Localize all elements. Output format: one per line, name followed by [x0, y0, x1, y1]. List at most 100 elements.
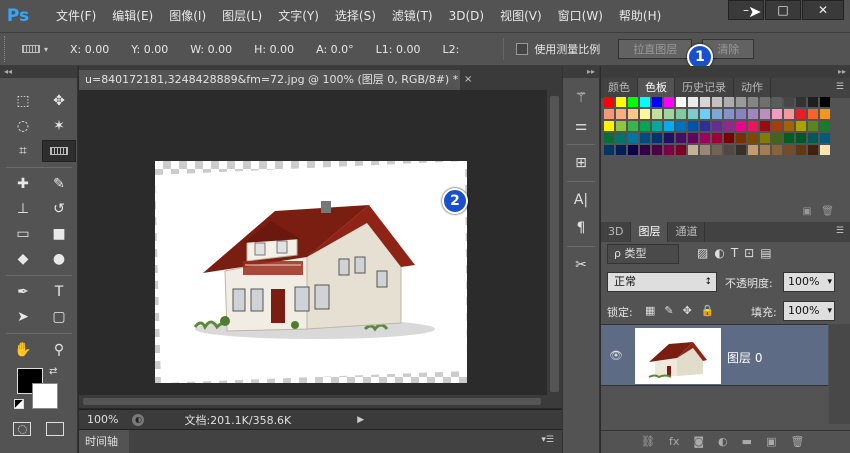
- layers-menu-icon[interactable]: ☰: [836, 226, 844, 236]
- color-swatch[interactable]: [748, 145, 758, 155]
- options-grip[interactable]: [4, 36, 12, 62]
- zoom-level[interactable]: 100%: [87, 413, 118, 426]
- layers-scrollbar[interactable]: [829, 324, 850, 424]
- panel-menu-icon[interactable]: ☰: [836, 82, 844, 92]
- quick-mask-icon[interactable]: [13, 422, 31, 436]
- tab-color[interactable]: 颜色: [601, 78, 638, 98]
- color-swatch[interactable]: [724, 109, 734, 119]
- brush-presets-icon[interactable]: ⚚: [563, 84, 599, 112]
- vertical-scrollbar[interactable]: [547, 90, 562, 408]
- zoom-tool-icon[interactable]: ⚲: [42, 339, 76, 361]
- color-swatch[interactable]: [748, 109, 758, 119]
- color-swatch[interactable]: [652, 97, 662, 107]
- color-swatch[interactable]: [748, 97, 758, 107]
- color-swatch[interactable]: [688, 121, 698, 131]
- color-swatch[interactable]: [700, 121, 710, 131]
- tab-3d[interactable]: 3D: [601, 222, 632, 242]
- color-swatch[interactable]: [760, 133, 770, 143]
- crop-tool-icon[interactable]: ⌗: [6, 140, 40, 162]
- color-swatch[interactable]: [724, 145, 734, 155]
- color-swatch[interactable]: [724, 121, 734, 131]
- color-swatch[interactable]: [688, 97, 698, 107]
- color-swatch[interactable]: [712, 133, 722, 143]
- color-swatch[interactable]: [772, 121, 782, 131]
- menu-type[interactable]: 文字(Y): [270, 0, 327, 32]
- screen-mode-icon[interactable]: [46, 422, 64, 436]
- hand-tool-icon[interactable]: ✋: [6, 339, 40, 361]
- color-swatch[interactable]: [772, 133, 782, 143]
- menu-view[interactable]: 视图(V): [492, 0, 550, 32]
- pen-tool-icon[interactable]: ✒: [6, 281, 40, 303]
- eraser-tool-icon[interactable]: ▭: [6, 223, 40, 245]
- healing-brush-tool-icon[interactable]: ✚: [6, 173, 40, 195]
- canvas-image[interactable]: [155, 161, 467, 383]
- type-tool-icon[interactable]: T: [42, 281, 76, 303]
- color-swatch[interactable]: [616, 121, 626, 131]
- color-swatch[interactable]: [616, 145, 626, 155]
- color-swatch[interactable]: [808, 145, 818, 155]
- color-swatch[interactable]: [676, 145, 686, 155]
- close-button[interactable]: ✕: [802, 0, 844, 20]
- color-swatch[interactable]: [796, 97, 806, 107]
- color-swatch[interactable]: [784, 109, 794, 119]
- shape-filter-icon[interactable]: ⊡: [744, 246, 754, 260]
- color-swatch[interactable]: [640, 133, 650, 143]
- menu-help[interactable]: 帮助(H): [611, 0, 669, 32]
- menu-window[interactable]: 窗口(W): [550, 0, 611, 32]
- blend-mode-select[interactable]: 正常: [607, 272, 717, 292]
- color-swatch[interactable]: [760, 97, 770, 107]
- clone-stamp-tool-icon[interactable]: ⊥: [6, 198, 40, 220]
- brush-tool-icon[interactable]: ✎: [42, 173, 76, 195]
- color-swatch[interactable]: [628, 109, 638, 119]
- clone-source-icon[interactable]: ⊞: [563, 149, 599, 177]
- color-swatch[interactable]: [604, 121, 614, 131]
- menu-select[interactable]: 选择(S): [327, 0, 384, 32]
- color-swatch[interactable]: [796, 109, 806, 119]
- swatches-footer-icons[interactable]: ▣ 🗑: [802, 206, 834, 217]
- color-swatch[interactable]: [628, 121, 638, 131]
- color-swatch[interactable]: [712, 109, 722, 119]
- background-color-swatch[interactable]: [32, 383, 58, 409]
- color-swatch[interactable]: [820, 97, 830, 107]
- color-swatch[interactable]: [796, 121, 806, 131]
- gradient-tool-icon[interactable]: ■: [42, 223, 76, 245]
- color-swatch[interactable]: [640, 109, 650, 119]
- default-colors-icon[interactable]: [14, 399, 24, 409]
- color-swatch[interactable]: [676, 109, 686, 119]
- color-swatch[interactable]: [724, 97, 734, 107]
- color-swatch[interactable]: [616, 133, 626, 143]
- new-group-icon[interactable]: ▬: [742, 435, 752, 448]
- color-swatch[interactable]: [664, 121, 674, 131]
- color-swatch[interactable]: [784, 145, 794, 155]
- tab-actions[interactable]: 动作: [734, 78, 771, 98]
- smart-object-filter-icon[interactable]: ▤: [760, 246, 771, 260]
- history-brush-tool-icon[interactable]: ↺: [42, 198, 76, 220]
- document-tab[interactable]: u=840172181,3248428889&fm=72.jpg @ 100% …: [79, 70, 460, 90]
- color-swatch[interactable]: [736, 109, 746, 119]
- lock-all-icon[interactable]: 🔒: [701, 304, 715, 317]
- horizontal-scrollbar[interactable]: [79, 395, 547, 408]
- tab-history[interactable]: 历史记录: [675, 78, 734, 98]
- character-icon[interactable]: A|: [563, 186, 599, 214]
- color-swatch[interactable]: [712, 121, 722, 131]
- color-swatch[interactable]: [700, 145, 710, 155]
- opacity-input[interactable]: 100%: [783, 272, 835, 292]
- color-swatch[interactable]: [604, 109, 614, 119]
- color-swatch[interactable]: [628, 97, 638, 107]
- color-swatch[interactable]: [688, 133, 698, 143]
- layer-kind-filter[interactable]: ρ 类型: [607, 244, 679, 264]
- menu-3d[interactable]: 3D(D): [441, 0, 492, 32]
- color-swatch[interactable]: [652, 109, 662, 119]
- color-swatch[interactable]: [712, 145, 722, 155]
- layer-style-icon[interactable]: fx: [669, 435, 679, 448]
- new-adjustment-icon[interactable]: ◐: [718, 435, 728, 448]
- color-swatch[interactable]: [736, 133, 746, 143]
- color-swatch[interactable]: [652, 133, 662, 143]
- tab-layers[interactable]: 图层: [631, 222, 669, 242]
- path-selection-tool-icon[interactable]: ➤: [6, 306, 40, 328]
- menu-filter[interactable]: 滤镜(T): [384, 0, 441, 32]
- color-swatch[interactable]: [748, 133, 758, 143]
- color-swatch[interactable]: [664, 97, 674, 107]
- tools-panel-collapse[interactable]: ◂◂: [0, 66, 77, 78]
- color-swatch[interactable]: [820, 145, 830, 155]
